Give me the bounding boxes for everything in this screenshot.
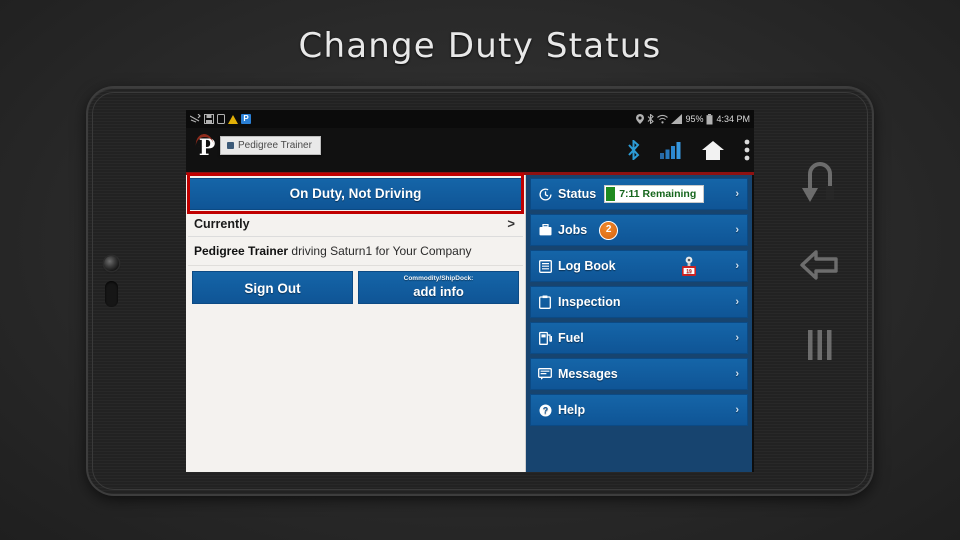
location-icon [636,114,645,124]
undo-icon[interactable] [800,160,840,202]
slide-canvas: Change Duty Status P 95% 4:34 PM P Pedig… [0,0,960,540]
add-info-label: add info [413,284,464,299]
app-bar-icons [627,128,750,172]
svg-text:19: 19 [686,269,692,275]
warning-icon [228,114,238,124]
battery-percent: 95% [685,114,704,124]
tablet-screen: P 95% 4:34 PM P Pedigree Trainer On Duty… [186,110,754,472]
driver-info-line: Pedigree Trainer driving Saturn1 for You… [188,237,523,266]
menu-item-status[interactable]: Status 7:11 Remaining › [530,178,748,210]
clipboard-icon [538,295,552,309]
menu-item-help[interactable]: ? Help › [530,394,748,426]
front-camera [104,256,119,271]
signal-bars-icon[interactable] [660,141,682,159]
signal-icon [671,114,683,124]
app-title-text: Pedigree Trainer [238,140,312,151]
menu-item-log-book[interactable]: Log Book 19 › [530,250,748,282]
currently-label: Currently [194,216,250,231]
sim-icon [217,114,225,124]
menu-label-help: Help [558,403,586,417]
menu-label-messages: Messages [558,367,618,381]
add-info-caption: Commodity/ShipDock: [403,275,474,282]
tooltip-app-icon [227,142,234,149]
save-icon [204,114,214,124]
right-panel: Status 7:11 Remaining › Jobs 2 › Log Boo… [526,175,752,472]
chevron-right-icon: › [735,296,739,308]
driving-word: driving [291,244,327,258]
page-title: Change Duty Status [298,26,662,66]
overflow-menu-icon[interactable] [744,139,750,161]
company-text: for Your Company [375,244,472,258]
pedigree-logo-icon: P [192,132,222,163]
android-status-bar: P 95% 4:34 PM [186,110,754,128]
vehicle-name: Saturn1 [330,244,373,258]
chevron-right-icon: › [735,404,739,416]
bluetooth-icon[interactable] [627,140,640,160]
side-button[interactable] [105,281,118,307]
menu-item-jobs[interactable]: Jobs 2 › [530,214,748,246]
status-bar-right-icons: 95% 4:34 PM [636,110,750,128]
status-bar-clock: 4:34 PM [716,114,750,124]
book-icon [538,259,552,273]
app-title-tooltip: Pedigree Trainer [220,136,321,155]
home-icon[interactable] [702,140,724,160]
recent-apps-icon[interactable] [803,328,837,362]
sign-out-button[interactable]: Sign Out [192,271,353,304]
clock-icon [538,187,552,201]
menu-label-jobs: Jobs [558,223,588,237]
menu-item-messages[interactable]: Messages › [530,358,748,390]
wifi-icon [657,114,669,124]
currently-row[interactable]: Currently > [188,210,523,237]
menu-label-log-book: Log Book [558,259,616,273]
chevron-right-icon: > [507,216,515,231]
chevron-right-icon: › [735,260,739,272]
chevron-right-icon: › [735,188,739,200]
status-bar-left-icons: P [190,110,251,128]
device-nav-bar [790,160,850,408]
briefcase-icon [538,224,552,236]
sync-icon [190,114,201,123]
menu-label-status: Status [558,187,597,201]
log-alert-icon: 19 [681,256,697,277]
add-info-button[interactable]: Commodity/ShipDock: add info [358,271,519,304]
svg-text:?: ? [542,405,548,415]
battery-icon [706,113,713,124]
status-remaining-pill: 7:11 Remaining [604,185,705,203]
chevron-right-icon: › [735,332,739,344]
duty-status-button[interactable]: On Duty, Not Driving [189,178,522,210]
driver-name: Pedigree Trainer [194,244,289,258]
duty-status-highlight-wrap: On Duty, Not Driving [187,173,524,214]
menu-item-fuel[interactable]: Fuel › [530,322,748,354]
question-circle-icon: ? [538,404,552,417]
fuel-pump-icon [538,331,552,345]
sign-out-label: Sign Out [244,281,301,296]
menu-label-inspection: Inspection [558,295,621,309]
chevron-right-icon: › [735,368,739,380]
status-green-block [606,187,616,201]
message-icon [538,368,552,380]
app-content: On Duty, Not Driving Currently > Pedigre… [186,173,754,472]
app-action-bar: P Pedigree Trainer [186,128,754,175]
left-panel: On Duty, Not Driving Currently > Pedigre… [186,173,526,472]
pedigree-notification-icon: P [241,114,251,124]
jobs-count-badge: 2 [599,220,619,240]
left-action-buttons: Sign Out Commodity/ShipDock: add info [188,266,523,304]
back-icon[interactable] [798,248,842,282]
chevron-right-icon: › [735,224,739,236]
bluetooth-icon [648,114,655,124]
menu-label-fuel: Fuel [558,331,584,345]
status-remaining-text: 7:11 Remaining [619,188,697,200]
menu-item-inspection[interactable]: Inspection › [530,286,748,318]
